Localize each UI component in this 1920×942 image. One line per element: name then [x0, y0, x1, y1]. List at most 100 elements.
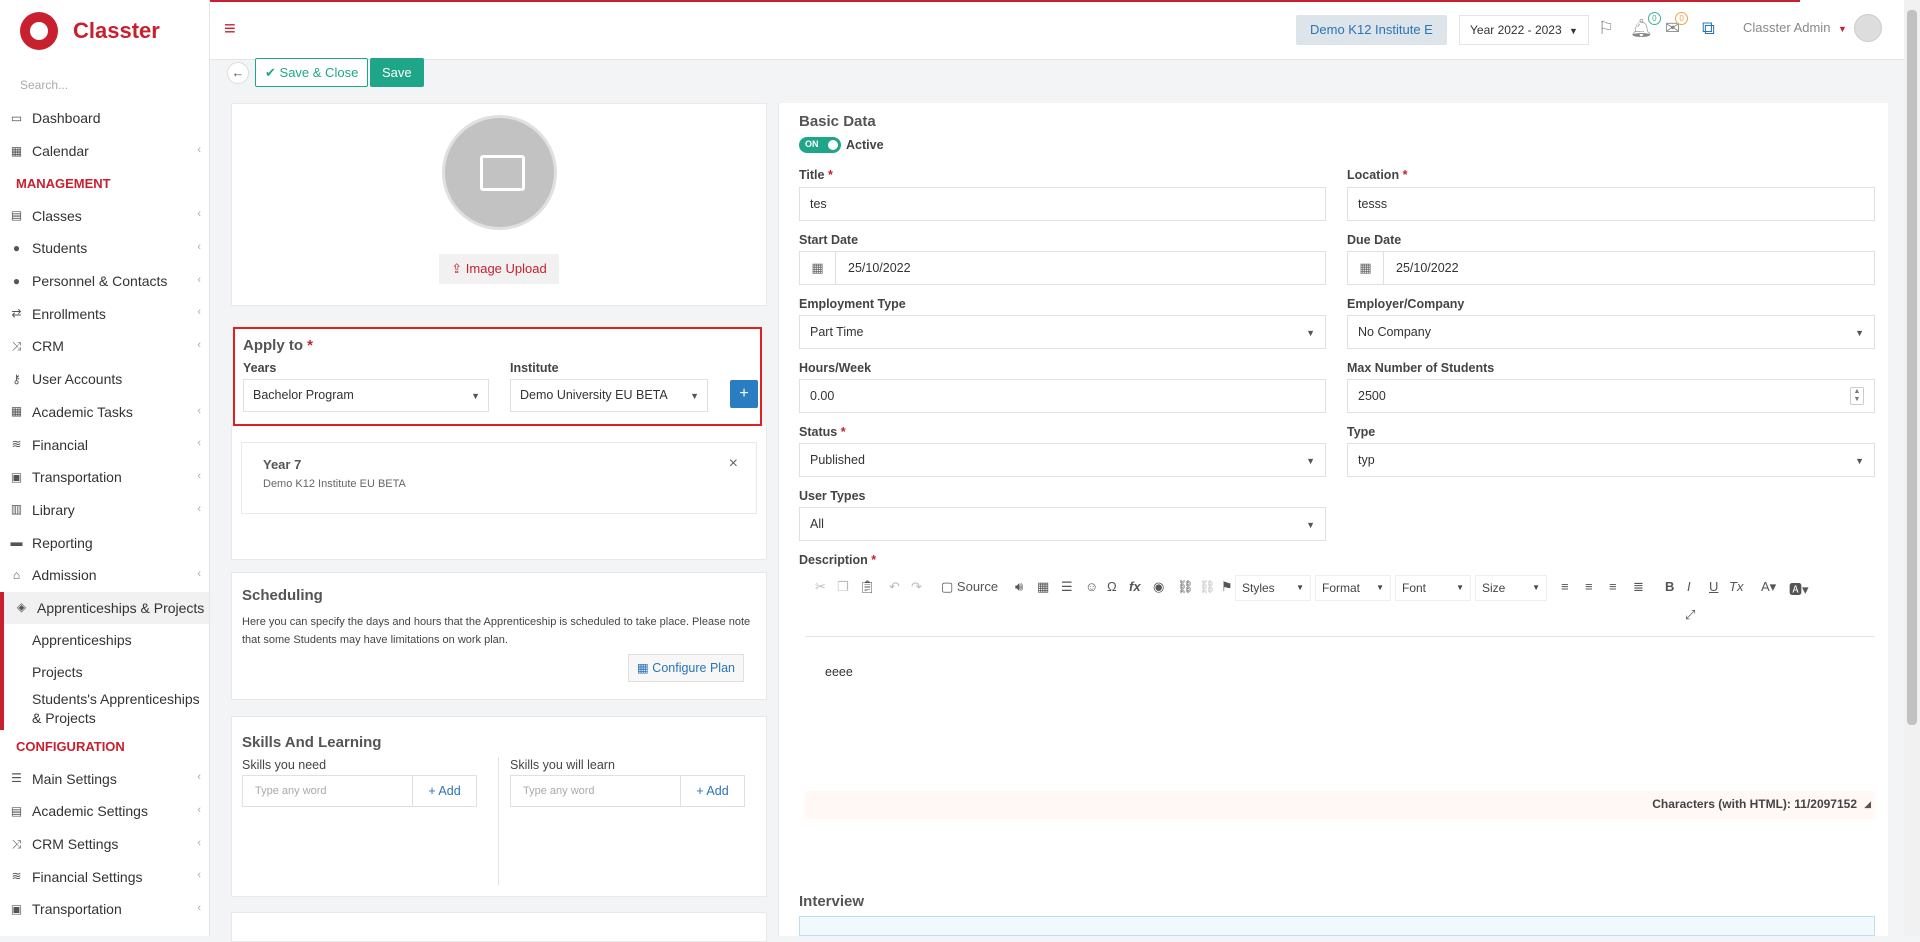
- description-editor[interactable]: eeee: [805, 637, 1875, 791]
- add-apply-button[interactable]: +: [730, 380, 758, 408]
- image-upload-button[interactable]: ⇪ Image Upload: [439, 254, 559, 284]
- smiley-icon[interactable]: ☺: [1085, 579, 1098, 594]
- number-spinner[interactable]: ▲ ▼: [1850, 387, 1864, 405]
- active-toggle[interactable]: ON: [799, 137, 841, 153]
- horizontal-line-icon[interactable]: ☰: [1061, 579, 1073, 595]
- calendar-icon[interactable]: ▦: [1348, 252, 1384, 284]
- close-icon[interactable]: ×: [729, 455, 738, 473]
- redo-icon[interactable]: ↷: [911, 579, 922, 595]
- align-right-icon[interactable]: ≡: [1609, 579, 1617, 594]
- anchor-flag-icon[interactable]: ⚑: [1221, 579, 1233, 595]
- employer-select[interactable]: No Company ▼: [1347, 315, 1875, 349]
- user-menu[interactable]: Classter Admin ▼: [1743, 20, 1847, 35]
- size-dropdown[interactable]: Size ▼: [1475, 575, 1547, 601]
- styles-dropdown[interactable]: Styles ▼: [1235, 575, 1311, 601]
- institute-selector[interactable]: Demo K12 Institute E: [1296, 15, 1447, 45]
- link-icon[interactable]: ⛓: [1177, 579, 1194, 595]
- chevron-left-icon: ‹: [197, 143, 201, 156]
- sidebar-item-user-accounts[interactable]: ⚷ User Accounts: [0, 363, 209, 396]
- sidebar-item-crm[interactable]: ⤨ CRM ‹: [0, 330, 209, 363]
- menu-toggle-icon[interactable]: ≡: [224, 18, 236, 41]
- avatar[interactable]: [1854, 14, 1882, 42]
- sidebar-item-crm-settings[interactable]: ⤨ CRM Settings ‹: [0, 828, 209, 861]
- undo-icon[interactable]: ↶: [889, 579, 900, 595]
- logo[interactable]: Classter: [0, 0, 209, 62]
- sidebar-item-students[interactable]: ● Students ‹: [0, 232, 209, 265]
- font-dropdown[interactable]: Font ▼: [1395, 575, 1471, 601]
- sidebar-item-academic-settings[interactable]: ▤ Academic Settings ‹: [0, 795, 209, 828]
- type-select[interactable]: typ ▼: [1347, 443, 1875, 477]
- flag-icon[interactable]: ⚐: [1598, 18, 1614, 39]
- sidebar-item-admission[interactable]: ⌂ Admission ‹: [0, 559, 209, 592]
- calendar-icon[interactable]: ▦: [800, 252, 836, 284]
- brand-name: Classter: [73, 18, 160, 43]
- align-left-icon[interactable]: ≡: [1561, 579, 1569, 594]
- user-types-select[interactable]: All ▼: [799, 507, 1326, 541]
- save-close-button[interactable]: ✔ Save & Close: [255, 58, 369, 87]
- align-center-icon[interactable]: ≡: [1585, 579, 1593, 594]
- layers-add-icon[interactable]: ⧉: [1702, 18, 1715, 39]
- envelope-icon[interactable]: ✉ 0: [1665, 12, 1689, 39]
- max-students-input[interactable]: 2500 ▲ ▼: [1347, 379, 1875, 413]
- justify-icon[interactable]: ≣: [1633, 579, 1644, 595]
- sidebar-item-financial[interactable]: ≋ Financial ‹: [0, 428, 209, 461]
- sidebar-item-calendar[interactable]: ▦ Calendar ‹: [0, 135, 209, 168]
- sidebar-subitem-projects[interactable]: Projects: [0, 656, 209, 689]
- italic-icon[interactable]: I: [1687, 579, 1691, 594]
- sidebar-item-library[interactable]: ▥ Library ‹: [0, 494, 209, 527]
- add-skill-learn-button[interactable]: + Add: [680, 776, 744, 806]
- format-dropdown[interactable]: Format ▼: [1315, 575, 1391, 601]
- table-icon[interactable]: ▦: [1037, 579, 1049, 595]
- remove-format-icon[interactable]: Tx: [1729, 579, 1743, 594]
- bell-icon[interactable]: 🔔︎ 0: [1630, 12, 1661, 39]
- skills-need-input[interactable]: Type any word + Add: [242, 775, 477, 807]
- due-date-input[interactable]: ▦ 25/10/2022: [1347, 251, 1875, 285]
- configure-plan-button[interactable]: ▦ Configure Plan: [628, 654, 744, 682]
- sidebar-item-academic-tasks[interactable]: ▦ Academic Tasks ‹: [0, 396, 209, 429]
- sidebar-item-personnel[interactable]: ● Personnel & Contacts ‹: [0, 265, 209, 298]
- employment-type-select[interactable]: Part Time ▼: [799, 315, 1326, 349]
- underline-icon[interactable]: U: [1709, 579, 1718, 594]
- resize-handle-icon[interactable]: ◢: [1864, 799, 1871, 810]
- sidebar-item-enrollments[interactable]: ⇄ Enrollments ‹: [0, 297, 209, 330]
- sidebar-item-main-settings[interactable]: ☰ Main Settings ‹: [0, 762, 209, 795]
- title-input[interactable]: tes: [799, 187, 1326, 221]
- background-color-icon[interactable]: 🅰︎▾: [1789, 579, 1809, 598]
- source-button[interactable]: ▢ Source: [941, 579, 998, 595]
- hours-week-input[interactable]: 0.00: [799, 379, 1326, 413]
- scrollbar-thumb[interactable]: [1907, 10, 1917, 725]
- sidebar-subitem-students-apprenticeships[interactable]: Students's Apprenticeships & Projects: [0, 688, 209, 731]
- text-color-icon[interactable]: A▾: [1761, 579, 1776, 595]
- sidebar-item-classes[interactable]: ▤ Classes ‹: [0, 199, 209, 232]
- speaker-icon[interactable]: 🔊︎: [1015, 579, 1023, 595]
- unlink-icon[interactable]: ⛓: [1199, 579, 1216, 595]
- back-arrow-icon[interactable]: ←: [227, 62, 249, 84]
- sidebar-item-reporting[interactable]: ▬ Reporting: [0, 526, 209, 559]
- bold-icon[interactable]: B: [1665, 579, 1674, 594]
- maximize-icon[interactable]: ⤢: [1685, 607, 1695, 623]
- institute-select[interactable]: Demo University EU BETA ▼: [510, 379, 708, 412]
- years-select[interactable]: Bachelor Program ▼: [243, 379, 489, 412]
- add-skill-need-button[interactable]: + Add: [412, 776, 476, 806]
- caret-down-icon: ▼: [1456, 583, 1464, 592]
- copy-icon[interactable]: ❐: [837, 579, 849, 595]
- sidebar-item-transportation[interactable]: ▣ Transportation ‹: [0, 461, 209, 494]
- start-date-input[interactable]: ▦ 25/10/2022: [799, 251, 1326, 285]
- skills-learn-input[interactable]: Type any word + Add: [510, 775, 745, 807]
- cut-icon[interactable]: ✂: [815, 579, 826, 595]
- sidebar-item-financial-settings[interactable]: ≋ Financial Settings ‹: [0, 860, 209, 893]
- paste-icon[interactable]: 📋︎: [859, 579, 876, 595]
- formula-icon[interactable]: fx: [1129, 579, 1141, 594]
- sidebar-item-transportation-settings[interactable]: ▣ Transportation ‹: [0, 893, 209, 926]
- omega-icon[interactable]: Ω: [1107, 579, 1117, 594]
- page-scrollbar[interactable]: [1904, 0, 1920, 936]
- year-selector[interactable]: Year 2022 - 2023 ▼: [1459, 15, 1589, 45]
- sidebar-subitem-apprenticeships[interactable]: Apprenticeships: [0, 624, 209, 657]
- location-input[interactable]: tesss: [1347, 187, 1875, 221]
- sidebar-search-input[interactable]: Search...: [0, 62, 209, 102]
- status-select[interactable]: Published ▼: [799, 443, 1326, 477]
- sidebar-item-apprenticeships-projects[interactable]: ◈ Apprenticeships & Projects: [0, 591, 209, 625]
- sidebar-item-dashboard[interactable]: ▭ Dashboard: [0, 102, 209, 135]
- globe-icon[interactable]: ◉: [1153, 579, 1164, 595]
- save-button[interactable]: Save: [370, 58, 424, 87]
